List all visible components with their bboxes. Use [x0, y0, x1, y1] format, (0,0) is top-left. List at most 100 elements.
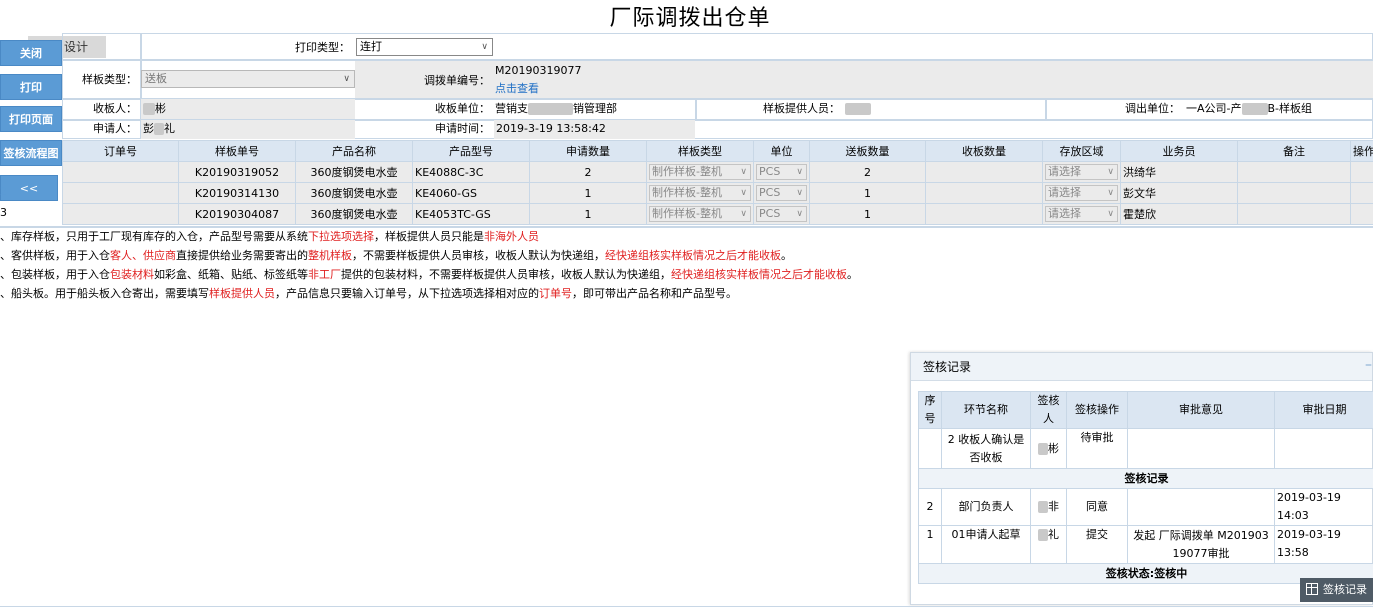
- detail-table: 订单号 样板单号 产品名称 产品型号 申请数量 样板类型 单位 送板数量 收板数…: [62, 140, 1373, 225]
- note-text: ，不需要样板提供人员审核，收板人默认为快递组，: [352, 249, 605, 262]
- unit-cell[interactable]: PCS ∨: [753, 203, 810, 225]
- sample-type-cell[interactable]: 制作样板-整机 ∨: [646, 203, 754, 225]
- send-qty-cell: 2: [809, 161, 926, 183]
- sign-col-step: 环节名称: [941, 391, 1031, 429]
- note-highlight: 下拉选项选择: [308, 230, 374, 243]
- row-prefix: 3: [0, 206, 7, 219]
- print-button[interactable]: 打印: [0, 74, 62, 100]
- sign-current-signer-name: 彬: [1048, 441, 1059, 455]
- col-action: 操作: [1350, 140, 1373, 162]
- applicant-label: 申请人：: [93, 122, 137, 135]
- note-highlight: 经快递组核实样板情况之后才能收板: [671, 268, 847, 281]
- sign-flow-chart-button[interactable]: 签核流程图: [0, 140, 62, 166]
- area-cell[interactable]: 请选择 ∨: [1042, 182, 1121, 204]
- chevron-down-icon: ∨: [1107, 188, 1114, 198]
- recv-unit-value: 营销支 销管理部: [495, 100, 617, 118]
- note-text: 、船头板。用于船头板入仓寄出，需要填写: [0, 287, 209, 300]
- print-type-label: 打印类型：: [295, 41, 350, 54]
- col-send-qty: 送板数量: [809, 140, 926, 162]
- form-divider: [62, 59, 1373, 61]
- applicant-name-part: 礼: [164, 122, 175, 135]
- sign-record-panel: 签核记录 – 序号 环节名称 签核人 签核操作 审批意见 审批日期 2 收板人确…: [910, 352, 1373, 605]
- note-text: 。: [847, 268, 858, 281]
- sign-record-row: 1 01申请人起草 礼 提交 发起 厂际调拨单 M20190319077审批 2…: [918, 525, 1373, 564]
- recv-qty-cell[interactable]: [925, 182, 1043, 204]
- salesman-cell: 洪绮华: [1120, 161, 1238, 183]
- recv-qty-cell[interactable]: [925, 161, 1043, 183]
- form-divider: [695, 99, 697, 119]
- chevron-down-icon: ∨: [481, 42, 488, 52]
- qty-cell: 1: [529, 182, 647, 204]
- col-apply-qty: 申请数量: [529, 140, 647, 162]
- product-cell: 360度钢煲电水壶: [295, 203, 413, 225]
- sign-record-date: 2019-03-19 14:03: [1274, 488, 1373, 526]
- product-cell: 360度钢煲电水壶: [295, 182, 413, 204]
- area-cell[interactable]: 请选择 ∨: [1042, 161, 1121, 183]
- close-button[interactable]: 关闭: [0, 40, 62, 66]
- out-unit-part: B-样板组: [1267, 102, 1313, 115]
- view-link[interactable]: 点击查看: [495, 80, 539, 98]
- remark-cell[interactable]: [1237, 203, 1351, 225]
- collapse-toggle-button[interactable]: <<: [0, 175, 58, 201]
- sign-record-no: 2: [918, 488, 942, 526]
- bottom-line: [0, 606, 1373, 607]
- sign-record-button[interactable]: 签核记录: [1300, 578, 1373, 602]
- sample-type-cell[interactable]: 制作样板-整机 ∨: [646, 182, 754, 204]
- qty-cell: 2: [529, 161, 647, 183]
- sample-type-cell[interactable]: 制作样板-整机 ∨: [646, 161, 754, 183]
- sample-type-label: 样板类型：: [82, 73, 137, 86]
- remark-cell[interactable]: [1237, 161, 1351, 183]
- print-type-value: 连打: [360, 40, 382, 53]
- table-icon: [1306, 583, 1318, 595]
- note-text: 。: [781, 249, 792, 262]
- minimize-icon[interactable]: –: [1365, 353, 1372, 377]
- recv-qty-cell[interactable]: [925, 203, 1043, 225]
- sign-col-action: 签核操作: [1066, 391, 1128, 429]
- sample-type-select[interactable]: 送板 ∨: [141, 70, 355, 88]
- unit-cell[interactable]: PCS ∨: [753, 182, 810, 204]
- sign-record-signer-name: 非: [1048, 500, 1059, 513]
- sign-current-step-text: 收板人确认是否收板: [958, 432, 1025, 464]
- col-sample-no: 样板单号: [178, 140, 296, 162]
- sign-col-date: 审批日期: [1274, 391, 1373, 429]
- order-no-cell[interactable]: [62, 182, 179, 204]
- chevron-down-icon: ∨: [740, 188, 747, 198]
- chevron-down-icon: ∨: [343, 74, 350, 84]
- print-type-select[interactable]: 连打 ∨: [356, 38, 493, 56]
- transfer-no-value: M20190319077: [495, 64, 582, 77]
- col-product-name: 产品名称: [295, 140, 413, 162]
- note-highlight: 非海外人员: [484, 230, 539, 243]
- sign-current-date: [1274, 428, 1373, 469]
- order-no-cell[interactable]: [62, 161, 179, 183]
- order-no-cell[interactable]: [62, 203, 179, 225]
- sign-record-step: 01申请人起草: [941, 525, 1031, 564]
- note-text: 提供的包装材料，不需要样板提供人员审核，收板人默认为快递组，: [341, 268, 671, 281]
- action-cell[interactable]: [1350, 203, 1373, 225]
- send-qty-cell: 1: [809, 203, 926, 225]
- recv-unit-part: 营销支: [495, 102, 528, 115]
- note-highlight: 订单号: [539, 287, 572, 300]
- sign-section-title: 签核记录: [918, 468, 1373, 489]
- action-cell[interactable]: [1350, 161, 1373, 183]
- note-ship-sample: 、船头板。用于船头板入仓寄出，需要填写样板提供人员，产品信息只要输入订单号，从下…: [0, 286, 737, 302]
- remark-cell[interactable]: [1237, 182, 1351, 204]
- sign-col-signer: 签核人: [1030, 391, 1067, 429]
- col-area: 存放区域: [1042, 140, 1121, 162]
- action-cell[interactable]: [1350, 182, 1373, 204]
- provider-label: 样板提供人员：: [763, 102, 840, 115]
- chevron-down-icon: ∨: [740, 209, 747, 219]
- unit-cell[interactable]: PCS ∨: [753, 161, 810, 183]
- sign-current-opinion[interactable]: [1127, 428, 1275, 469]
- table-row: K20190319052 360度钢煲电水壶 KE4088C-3C 2 制作样板…: [62, 161, 1373, 183]
- sample-type-value: 制作样板-整机: [652, 165, 722, 178]
- area-value: 请选择: [1048, 186, 1081, 199]
- area-value: 请选择: [1048, 207, 1081, 220]
- print-page-button[interactable]: 打印页面: [0, 106, 62, 132]
- note-text: 直接提供给业务需要寄出的: [176, 249, 308, 262]
- unit-value: PCS: [759, 186, 781, 199]
- product-cell: 360度钢煲电水壶: [295, 161, 413, 183]
- area-cell[interactable]: 请选择 ∨: [1042, 203, 1121, 225]
- unit-value: PCS: [759, 207, 781, 220]
- model-cell: KE4053TC-GS: [412, 203, 530, 225]
- note-highlight: 整机样板: [308, 249, 352, 262]
